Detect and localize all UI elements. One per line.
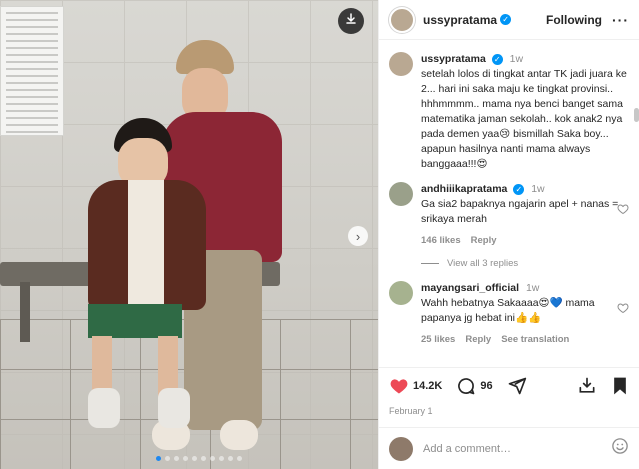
download-button[interactable]	[338, 8, 364, 34]
scrollbar[interactable]	[634, 104, 639, 367]
avatar[interactable]	[389, 6, 415, 33]
reply-button[interactable]: Reply	[471, 233, 497, 248]
share-icon	[507, 376, 527, 396]
post-photo[interactable]: ›	[0, 0, 378, 469]
child-figure	[78, 118, 208, 438]
likes-count: 14.2K	[413, 380, 443, 392]
bookmark-icon	[611, 376, 629, 396]
carousel-dot	[219, 456, 224, 461]
post-header: ussypratama ✓ Following ···	[379, 0, 639, 40]
add-comment-bar	[379, 427, 639, 469]
caption-username[interactable]: ussypratama	[421, 53, 486, 65]
verified-icon: ✓	[491, 53, 503, 65]
carousel-dot	[192, 456, 197, 461]
post-date: February 1	[389, 406, 433, 416]
comment-username[interactable]: mayangsari_official	[421, 282, 519, 294]
comment-likes[interactable]: 25 likes	[421, 332, 455, 347]
header-username[interactable]: ussypratama	[423, 13, 497, 27]
like-button[interactable]: 14.2K	[389, 376, 442, 396]
comment-username[interactable]: andhiiikapratama	[421, 183, 507, 195]
repost-icon	[577, 376, 597, 396]
bench-leg	[20, 282, 30, 342]
wall-notice-paper	[0, 6, 64, 136]
heart-icon[interactable]	[617, 301, 629, 314]
caption: ussypratama ✓ 1w setelah lolos di tingka…	[389, 52, 629, 172]
carousel-dot	[237, 456, 242, 461]
share-button[interactable]	[507, 376, 527, 396]
carousel-dot	[210, 456, 215, 461]
verified-icon: ✓	[500, 14, 512, 25]
save-button[interactable]	[611, 376, 629, 396]
post-side-panel: ussypratama ✓ Following ··· ussypratama …	[378, 0, 639, 469]
repost-button[interactable]	[577, 376, 597, 396]
avatar[interactable]	[389, 281, 413, 305]
avatar[interactable]	[389, 182, 413, 206]
heart-icon[interactable]	[617, 202, 629, 215]
carousel-dot	[165, 456, 170, 461]
heart-icon	[389, 376, 409, 396]
comment-text: Ga sia2 bapaknya ngajarin apel + nanas =…	[421, 198, 619, 225]
verified-icon: ✓	[513, 183, 525, 195]
carousel-dot	[201, 456, 206, 461]
comment-likes[interactable]: 146 likes	[421, 233, 461, 248]
carousel-dots	[156, 456, 242, 461]
comments-count: 96	[480, 380, 493, 392]
comment-button[interactable]: 96	[456, 376, 493, 396]
emoji-icon[interactable]	[611, 437, 629, 460]
caption-text: setelah lolos di tingkat antar TK jadi j…	[421, 68, 627, 170]
carousel-dot	[228, 456, 233, 461]
comment-item: mayangsari_official 1w Wahh hebatnya Sak…	[389, 281, 629, 347]
avatar	[389, 436, 413, 461]
caption-time: 1w	[509, 53, 524, 65]
view-all-replies[interactable]: View all 3 replies	[421, 258, 629, 269]
reply-button[interactable]: Reply	[465, 332, 491, 347]
carousel-dot-active	[156, 456, 161, 461]
comment-time: 1w	[525, 282, 540, 294]
comment-item: andhiiikapratama ✓ 1w Ga sia2 bapaknya n…	[389, 182, 629, 248]
see-translation[interactable]: See translation	[501, 332, 569, 347]
more-options-icon[interactable]: ···	[612, 12, 629, 28]
next-arrow-icon: ›	[355, 228, 361, 244]
comment-icon	[456, 376, 476, 396]
comment-input[interactable]	[423, 442, 601, 455]
download-icon	[345, 12, 357, 30]
next-image-button[interactable]: ›	[348, 226, 368, 246]
carousel-dot	[183, 456, 188, 461]
following-button[interactable]: Following	[546, 13, 602, 27]
action-bar: 14.2K 96 February 1	[379, 367, 639, 427]
comment-time: 1w	[531, 183, 545, 195]
carousel-dot	[174, 456, 179, 461]
comments-section: ussypratama ✓ 1w setelah lolos di tingka…	[379, 40, 639, 367]
avatar[interactable]	[389, 52, 413, 76]
comment-text: Wahh hebatnya Sakaaaa😍💙 mama papanya jg …	[421, 297, 595, 324]
